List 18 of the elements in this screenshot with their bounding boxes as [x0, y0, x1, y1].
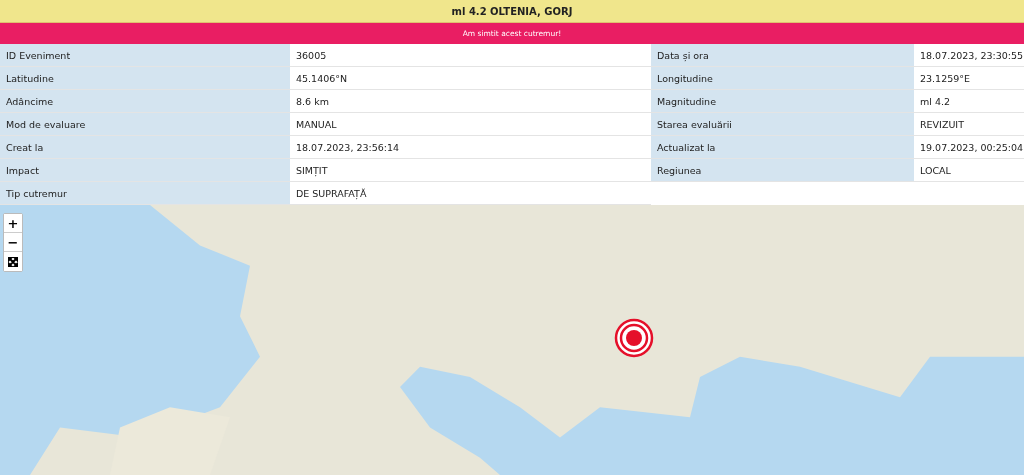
detail-label: Starea evaluării [651, 113, 914, 136]
detail-label: Adâncime [0, 90, 290, 113]
detail-label: Magnitudine [651, 90, 914, 113]
detail-label: Tip cutremur [0, 182, 290, 205]
epicenter-marker-icon[interactable] [614, 318, 654, 358]
event-title: ml 4.2 OLTENIA, GORJ [0, 0, 1024, 23]
detail-label: Creat la [0, 136, 290, 159]
fullscreen-icon [8, 256, 18, 267]
detail-label: Longitudine [651, 67, 914, 90]
detail-label: Regiunea [651, 159, 914, 182]
map-drawing[interactable]: + − [0, 205, 1024, 475]
detail-label: Mod de evaluare [0, 113, 290, 136]
zoom-in-button[interactable]: + [4, 214, 22, 233]
detail-label: Actualizat la [651, 136, 914, 159]
detail-label: Latitudine [0, 67, 290, 90]
detail-label: ID Eveniment [0, 44, 290, 67]
detail-label: Data și ora [651, 44, 914, 67]
detail-label: Impact [0, 159, 290, 182]
